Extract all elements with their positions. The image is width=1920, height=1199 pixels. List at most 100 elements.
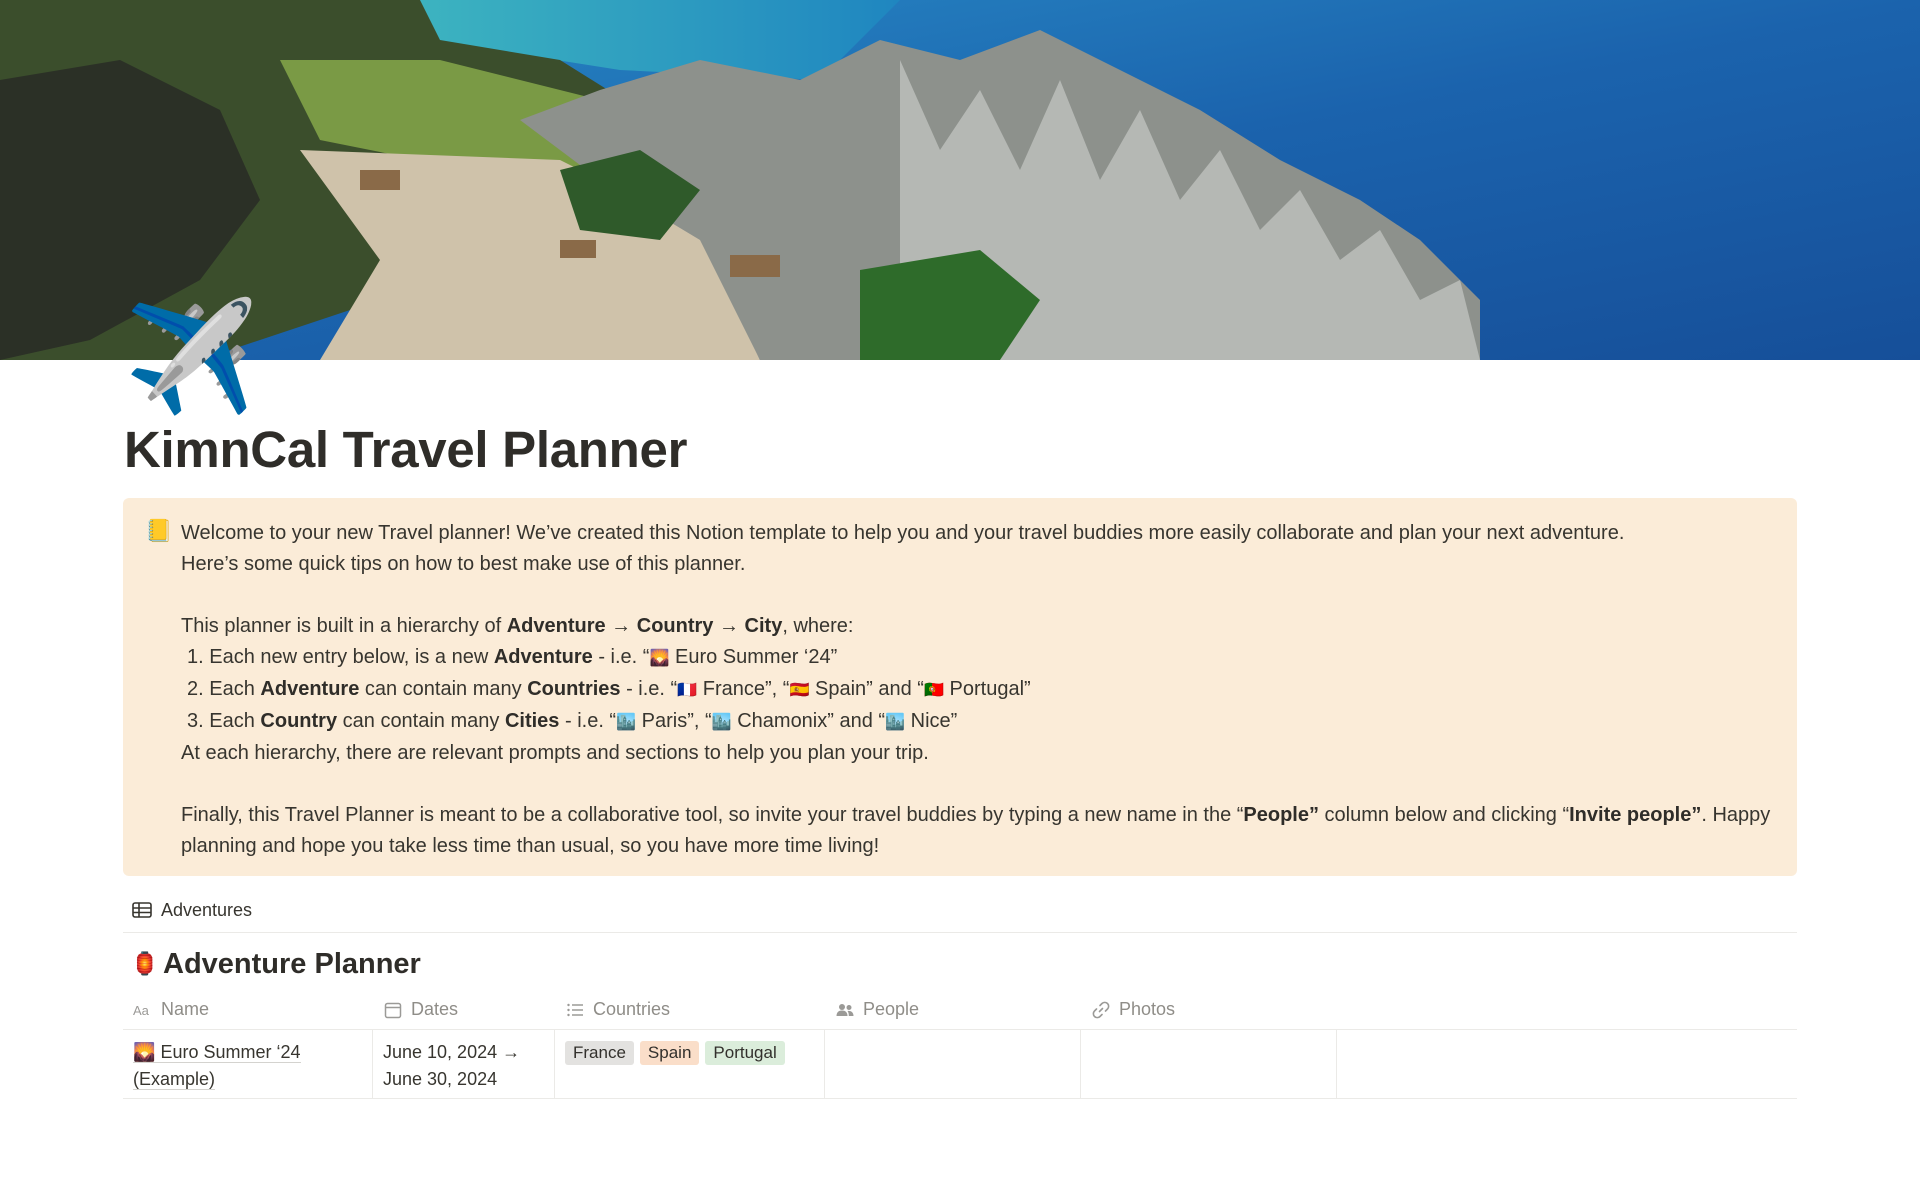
column-header-dates[interactable]: Dates	[373, 990, 555, 1029]
list-text: - i.e. “	[620, 678, 678, 700]
callout-blank-line	[181, 580, 1781, 611]
list-text: Spain” and “	[809, 678, 924, 700]
table-header: Aa Name Dates Countries People Photos	[123, 990, 1797, 1030]
cover-landscape	[0, 0, 1920, 360]
airplane-icon[interactable]: ✈️	[124, 296, 258, 420]
date-start: June 10, 2024 →	[383, 1042, 521, 1062]
table-row[interactable]: 🌄 Euro Summer ‘24 (Example) June 10, 202…	[123, 1030, 1797, 1099]
list-text: can contain many	[359, 678, 528, 700]
sunrise-icon: 🌄	[133, 1042, 156, 1062]
view-tab-adventures[interactable]: Adventures	[131, 896, 252, 924]
cityscape-icon: 🏙️	[711, 714, 732, 731]
lantern-icon[interactable]: 🏮	[131, 951, 158, 977]
row-title-link[interactable]: 🌄 Euro Summer ‘24	[133, 1042, 301, 1063]
cover-image[interactable]	[0, 0, 1920, 360]
svg-text:Aa: Aa	[133, 1003, 150, 1018]
hierarchy-arrow-1: →	[605, 615, 637, 637]
column-header-label: Countries	[593, 999, 671, 1019]
column-header-countries[interactable]: Countries	[555, 990, 825, 1029]
list-text: Nice”	[905, 710, 958, 732]
list-bold: Adventure	[493, 646, 593, 668]
people-icon	[836, 1003, 854, 1016]
view-tab-label: Adventures	[161, 899, 253, 920]
finally-text: column below and clicking “	[1318, 804, 1570, 826]
list-icon	[567, 1003, 583, 1016]
hierarchy-lead: This planner is built in a hierarchy of	[181, 615, 507, 637]
list-text: Euro Summer ‘24”	[669, 646, 838, 668]
cell-people[interactable]	[825, 1030, 1081, 1098]
sunrise-icon: 🌄	[649, 650, 670, 667]
column-header-people[interactable]: People	[825, 990, 1081, 1029]
column-header-label: Dates	[411, 999, 459, 1019]
list-text: Each	[209, 710, 261, 732]
france-flag-icon: 🇫🇷	[677, 682, 698, 699]
column-header-label: Name	[161, 999, 210, 1019]
list-number: 2.	[187, 678, 210, 700]
finally-bold-invite: Invite people”	[1569, 804, 1702, 826]
list-text: can contain many	[337, 710, 505, 732]
callout-hierarchy-note: At each hierarchy, there are relevant pr…	[181, 742, 929, 764]
list-text: Each new entry below, is a new	[209, 646, 494, 668]
page-title[interactable]: KimnCal Travel Planner	[124, 420, 687, 479]
list-bold: Country	[260, 710, 338, 732]
callout-hierarchy-line: This planner is built in a hierarchy of …	[181, 611, 1781, 642]
callout-list-item-1: 1. Each new entry below, is a new Advent…	[181, 642, 1781, 674]
column-header-spacer	[1337, 990, 1797, 1029]
list-text: Chamonix” and “	[731, 710, 886, 732]
list-text: France”, “	[697, 678, 790, 700]
finally-text: Finally, this Travel Planner is meant to…	[181, 804, 1244, 826]
view-divider	[123, 932, 1797, 933]
list-bold: Adventure	[260, 678, 360, 700]
hierarchy-country: Country	[636, 615, 714, 637]
callout-list-item-3: 3. Each Country can contain many Cities …	[181, 706, 1781, 738]
country-tag-france[interactable]: France	[565, 1041, 634, 1065]
cityscape-icon: 🏙️	[885, 714, 906, 731]
hierarchy-adventure: Adventure	[506, 615, 606, 637]
cell-name[interactable]: 🌄 Euro Summer ‘24 (Example)	[123, 1030, 373, 1098]
list-number: 1.	[187, 646, 210, 668]
column-header-photos[interactable]: Photos	[1081, 990, 1337, 1029]
cityscape-icon: 🏙️	[616, 714, 637, 731]
notebook-icon[interactable]: 📒	[145, 518, 172, 544]
database-title[interactable]: 🏮 Adventure Planner	[131, 944, 421, 984]
hierarchy-city: City	[744, 615, 783, 637]
link-icon	[1092, 1001, 1110, 1018]
column-header-label: People	[863, 999, 920, 1019]
row-title-line-2[interactable]: (Example)	[133, 1069, 216, 1090]
cell-countries[interactable]: France Spain Portugal	[555, 1030, 825, 1098]
spain-flag-icon: 🇪🇸	[789, 682, 810, 699]
cell-photos[interactable]	[1081, 1030, 1337, 1098]
portugal-flag-icon: 🇵🇹	[924, 682, 944, 699]
callout-intro-line-2: Here’s some quick tips on how to best ma…	[181, 553, 746, 575]
list-number: 3.	[187, 710, 210, 732]
list-text: - i.e. “	[559, 710, 617, 732]
hierarchy-tail: , where:	[782, 615, 854, 637]
list-text: - i.e. “	[592, 646, 650, 668]
adventures-table: Aa Name Dates Countries People Photos 🌄 …	[123, 990, 1797, 1099]
list-text: Each	[209, 678, 261, 700]
callout-text[interactable]: Welcome to your new Travel planner! We’v…	[181, 518, 1781, 862]
hierarchy-arrow-2: →	[713, 615, 745, 637]
table-view-icon	[132, 902, 152, 918]
list-bold: Countries	[527, 678, 621, 700]
callout-blank-line	[181, 769, 1781, 800]
country-tag-portugal[interactable]: Portugal	[705, 1041, 785, 1065]
text-property-icon: Aa	[133, 1003, 150, 1018]
cell-spacer	[1337, 1030, 1797, 1098]
country-tag-spain[interactable]: Spain	[639, 1041, 700, 1065]
list-text: Paris”, “	[636, 710, 712, 732]
finally-bold-people: People”	[1243, 804, 1319, 826]
date-end: June 30, 2024	[383, 1069, 498, 1089]
list-bold: Cities	[504, 710, 560, 732]
column-header-label: Photos	[1119, 999, 1176, 1019]
list-text: Portugal”	[943, 678, 1031, 700]
calendar-icon	[384, 1002, 402, 1018]
column-header-name[interactable]: Aa Name	[123, 990, 373, 1029]
callout-intro-line-1: Welcome to your new Travel planner! We’v…	[181, 522, 1625, 544]
row-title-line-1: Euro Summer ‘24	[160, 1042, 301, 1062]
database-title-text[interactable]: Adventure Planner	[163, 948, 421, 981]
cell-dates[interactable]: June 10, 2024 → June 30, 2024	[373, 1030, 555, 1098]
callout-list-item-2: 2. Each Adventure can contain many Count…	[181, 674, 1781, 706]
callout-block[interactable]: 📒 Welcome to your new Travel planner! We…	[123, 498, 1797, 876]
callout-finally: Finally, this Travel Planner is meant to…	[181, 800, 1781, 862]
